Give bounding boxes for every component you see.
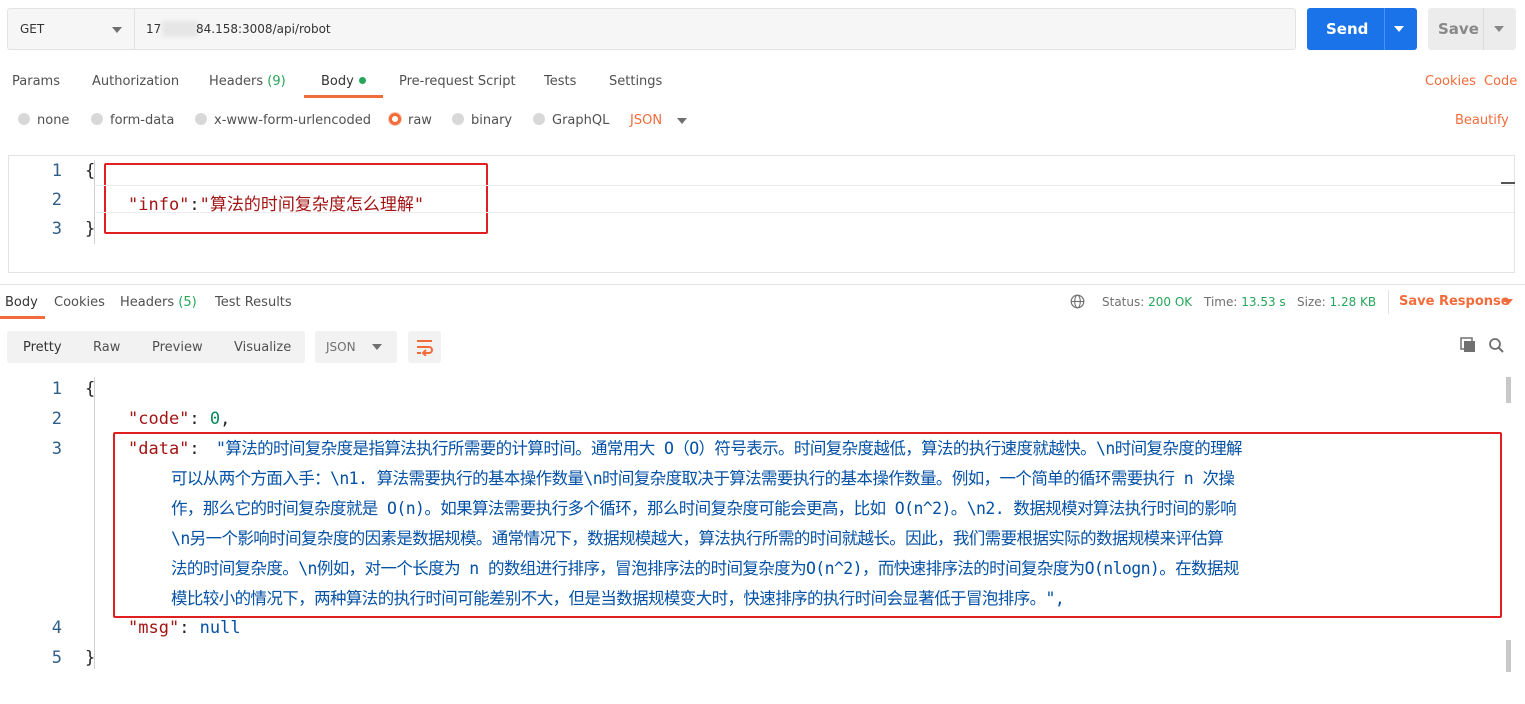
msg-line: "msg": null [128, 618, 241, 638]
redacted-ip-segment [162, 21, 198, 37]
radio-binary[interactable]: binary [452, 113, 512, 128]
tab-settings[interactable]: Settings [609, 74, 662, 89]
code-link[interactable]: Code [1484, 74, 1517, 89]
globe-icon[interactable] [1070, 294, 1085, 309]
line-number: 3 [51, 439, 62, 459]
line-number: 3 [51, 219, 62, 239]
view-mode-pretty[interactable]: Pretty [23, 340, 62, 355]
radio-circle-icon [91, 113, 103, 125]
status-divider [1388, 290, 1389, 314]
send-divider [1384, 8, 1385, 50]
chevron-down-icon [372, 344, 382, 350]
cookies-link[interactable]: Cookies [1425, 74, 1476, 89]
send-options-chevron-icon[interactable] [1394, 26, 1404, 32]
response-headers-count: (5) [178, 295, 197, 310]
method-select[interactable]: GET [7, 8, 134, 50]
tab-pre-request-script[interactable]: Pre-request Script [399, 74, 516, 89]
save-response-button[interactable]: Save Response [1399, 294, 1510, 309]
scrollbar-thumb[interactable] [1506, 377, 1511, 403]
current-line-highlight [94, 185, 1514, 213]
scrollbar-thumb[interactable] [1506, 640, 1511, 672]
brace-open: { [85, 379, 96, 399]
save-label: Save [1438, 20, 1479, 38]
save-options-chevron-icon[interactable] [1494, 26, 1504, 32]
editor-gutter-line [94, 377, 95, 669]
copy-icon[interactable] [1460, 337, 1477, 354]
tab-tests[interactable]: Tests [544, 74, 576, 89]
line-number: 4 [51, 618, 62, 638]
wrap-lines-icon [417, 340, 433, 356]
headers-count: (9) [267, 74, 286, 89]
radio-circle-icon [18, 113, 30, 125]
url-suffix: 84.158:3008/api/robot [196, 22, 331, 36]
body-indicator-dot [358, 77, 366, 84]
code-key: "code" [128, 409, 190, 429]
msg-key: "msg" [128, 618, 180, 638]
send-button[interactable]: Send [1307, 8, 1417, 50]
url-prefix: 17 [146, 22, 162, 36]
line-number: 1 [51, 161, 62, 181]
line-number: 2 [51, 190, 62, 210]
method-label: GET [20, 22, 45, 36]
response-tab-body[interactable]: Body [5, 295, 38, 310]
brace-close: } [85, 648, 96, 668]
radio-none[interactable]: none [18, 113, 69, 128]
highlight-box-response [113, 432, 1502, 618]
editor-scroll-indicator [1501, 182, 1515, 184]
search-icon[interactable] [1488, 337, 1505, 354]
msg-value: null [199, 618, 241, 638]
radio-form-data[interactable]: form-data [91, 113, 174, 128]
size-indicator: Size: 1.28 KB [1297, 295, 1377, 309]
save-divider [1483, 8, 1484, 50]
response-format-select[interactable]: JSON [315, 331, 397, 363]
radio-selected-icon [389, 113, 401, 125]
beautify-link[interactable]: Beautify [1455, 113, 1509, 128]
status-value: 200 OK [1148, 295, 1193, 309]
section-divider [0, 284, 1525, 285]
response-active-tab-underline [0, 316, 45, 319]
chevron-down-icon [112, 27, 122, 33]
active-tab-underline [304, 95, 383, 98]
response-tab-cookies[interactable]: Cookies [54, 295, 105, 310]
tab-params[interactable]: Params [12, 74, 60, 89]
status-indicator: Status: 200 OK [1102, 295, 1193, 309]
response-tab-test-results[interactable]: Test Results [215, 295, 292, 310]
send-label: Send [1326, 20, 1369, 38]
wrap-lines-button[interactable] [408, 331, 441, 363]
view-mode-segmented-control: Pretty Raw Preview Visualize [7, 331, 305, 363]
size-value: 1.28 KB [1329, 295, 1377, 309]
line-number: 1 [51, 379, 62, 399]
radio-raw[interactable]: raw [389, 113, 432, 128]
tab-authorization[interactable]: Authorization [92, 74, 179, 89]
radio-circle-icon [452, 113, 464, 125]
time-value: 13.53 s [1241, 295, 1286, 309]
line-number: 5 [51, 648, 62, 668]
view-mode-preview[interactable]: Preview [152, 340, 203, 355]
view-mode-raw[interactable]: Raw [93, 340, 120, 355]
code-line: "code": 0, [128, 409, 231, 429]
line-number: 2 [51, 409, 62, 429]
time-indicator: Time: 13.53 s [1204, 295, 1286, 309]
chevron-down-icon[interactable] [1503, 299, 1513, 305]
save-button[interactable]: Save [1428, 8, 1516, 50]
brace-open: { [85, 161, 96, 181]
radio-graphql[interactable]: GraphQL [533, 113, 609, 128]
tab-body[interactable]: Body [321, 74, 366, 89]
url-input[interactable]: 17 84.158:3008/api/robot [134, 8, 1296, 50]
radio-x-www-form-urlencoded[interactable]: x-www-form-urlencoded [195, 113, 371, 128]
raw-format-select[interactable]: JSON [630, 113, 662, 128]
chevron-down-icon[interactable] [677, 118, 687, 124]
radio-circle-icon [195, 113, 207, 125]
view-mode-visualize[interactable]: Visualize [234, 340, 291, 355]
response-tab-headers[interactable]: Headers (5) [120, 295, 197, 310]
code-value: 0 [209, 409, 221, 429]
tab-headers[interactable]: Headers (9) [209, 74, 286, 89]
brace-close: } [85, 219, 96, 239]
radio-circle-icon [533, 113, 545, 125]
